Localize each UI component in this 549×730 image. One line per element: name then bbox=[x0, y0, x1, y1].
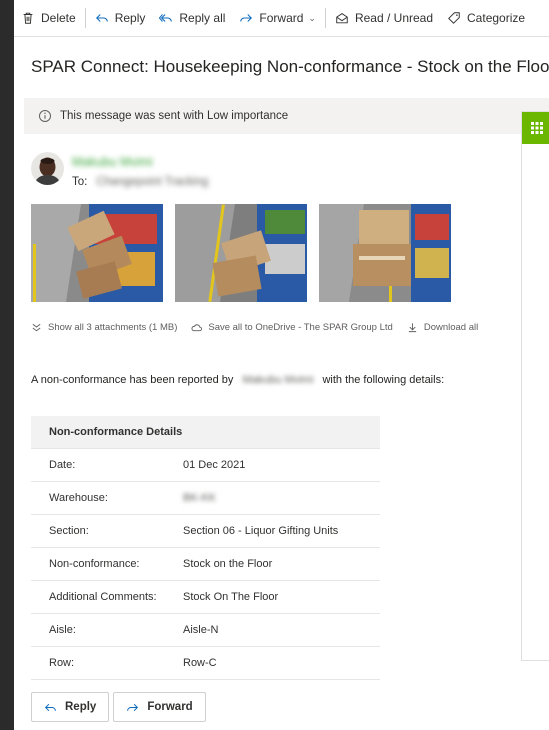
field-label: Section: bbox=[31, 514, 182, 548]
field-label: Date: bbox=[31, 448, 182, 482]
reply-icon bbox=[44, 703, 56, 711]
quick-reply-button[interactable]: Reply bbox=[31, 692, 110, 722]
info-icon bbox=[39, 110, 51, 122]
download-all-label: Download all bbox=[423, 322, 479, 333]
attachment-thumbnail[interactable] bbox=[175, 204, 307, 302]
table-row: Section: Section 06 - Liquor Gifting Uni… bbox=[31, 514, 380, 548]
table-row: Date: 01 Dec 2021 bbox=[31, 448, 380, 482]
show-all-label: Show all 3 attachments (1 MB) bbox=[48, 322, 178, 333]
double-chevron-down-icon bbox=[32, 323, 41, 332]
download-all-link[interactable]: Download all bbox=[407, 322, 478, 333]
field-label: Non-conformance: bbox=[31, 547, 182, 581]
field-label: Aisle: bbox=[31, 613, 182, 647]
forward-button[interactable]: Forward ⌄ bbox=[232, 5, 323, 31]
field-label: Additional Comments: bbox=[31, 580, 182, 614]
avatar[interactable] bbox=[31, 152, 64, 185]
show-all-attachments-link[interactable]: Show all 3 attachments (1 MB) bbox=[31, 322, 177, 333]
save-to-onedrive-link[interactable]: Save all to OneDrive - The SPAR Group Lt… bbox=[191, 322, 393, 333]
recipient-name[interactable]: Changepoint Tracking bbox=[96, 176, 208, 188]
attachment-thumbnail[interactable] bbox=[31, 204, 163, 302]
quick-forward-button[interactable]: Forward bbox=[113, 692, 206, 722]
grid-icon bbox=[531, 122, 543, 134]
field-label: Warehouse: bbox=[31, 481, 182, 515]
save-onedrive-label: Save all to OneDrive - The SPAR Group Lt… bbox=[208, 322, 393, 333]
envelope-open-icon bbox=[336, 13, 348, 24]
table-row: Non-conformance: Stock on the Floor bbox=[31, 547, 380, 581]
toolbar-divider bbox=[324, 8, 326, 28]
nonconformance-details-table: Non-conformance Details Date: 01 Dec 202… bbox=[31, 416, 380, 680]
reply-icon bbox=[95, 14, 108, 22]
trash-icon bbox=[23, 12, 33, 24]
categorize-button[interactable]: Categorize bbox=[440, 5, 532, 31]
sender-name[interactable]: Makubu Mvimi bbox=[72, 155, 153, 169]
chevron-down-icon[interactable]: ⌄ bbox=[308, 13, 316, 24]
table-row: Warehouse: BK-KK bbox=[31, 481, 380, 515]
table-header: Non-conformance Details bbox=[31, 416, 380, 449]
cloud-icon bbox=[191, 324, 203, 332]
command-toolbar: Delete Reply Reply all Forward ⌄ Read / … bbox=[14, 0, 549, 37]
field-value: Aisle-N bbox=[182, 613, 380, 647]
forward-icon bbox=[240, 14, 253, 22]
attachment-actions: Show all 3 attachments (1 MB) Save all t… bbox=[31, 322, 549, 333]
delete-label: Delete bbox=[41, 11, 76, 25]
reply-all-button[interactable]: Reply all bbox=[152, 5, 232, 31]
attachment-thumbnail[interactable] bbox=[319, 204, 451, 302]
download-icon bbox=[408, 323, 416, 333]
reply-button[interactable]: Reply bbox=[88, 5, 153, 31]
categorize-label: Categorize bbox=[467, 11, 526, 25]
field-value: Row-C bbox=[182, 646, 380, 680]
forward-icon bbox=[127, 703, 139, 711]
quick-reply-label: Reply bbox=[65, 701, 97, 713]
quick-actions: Reply Forward bbox=[31, 692, 210, 722]
mail-reading-pane: Delete Reply Reply all Forward ⌄ Read / … bbox=[14, 0, 549, 730]
quick-forward-label: Forward bbox=[147, 701, 193, 713]
field-label: Row: bbox=[31, 646, 182, 680]
to-label: To: bbox=[72, 176, 88, 188]
table-row: Additional Comments: Stock On The Floor bbox=[31, 580, 380, 614]
recipients-row: To: Changepoint Tracking bbox=[72, 176, 208, 188]
field-value: Section 06 - Liquor Gifting Units bbox=[182, 514, 380, 548]
table-row: Aisle: Aisle-N bbox=[31, 613, 380, 647]
read-unread-label: Read / Unread bbox=[354, 11, 434, 25]
intro-prefix: A non-conformance has been reported by bbox=[31, 374, 234, 386]
reply-all-label: Reply all bbox=[179, 11, 226, 25]
field-value: BK-KK bbox=[182, 481, 380, 515]
table-header-row: Non-conformance Details bbox=[31, 416, 380, 449]
read-unread-button[interactable]: Read / Unread bbox=[328, 5, 440, 31]
tag-icon bbox=[448, 12, 460, 24]
reply-label: Reply bbox=[114, 11, 146, 25]
importance-banner: This message was sent with Low importanc… bbox=[24, 98, 549, 134]
field-value: 01 Dec 2021 bbox=[182, 448, 380, 482]
intro-suffix: with the following details: bbox=[322, 374, 445, 386]
field-value: Stock on the Floor bbox=[182, 547, 380, 581]
addin-pane bbox=[521, 111, 549, 661]
importance-text: This message was sent with Low importanc… bbox=[60, 110, 289, 122]
reply-all-icon bbox=[159, 14, 173, 22]
message-subject: SPAR Connect: Housekeeping Non-conforman… bbox=[31, 57, 549, 76]
reporter-name: Makubu Mvimi bbox=[242, 374, 314, 386]
delete-button[interactable]: Delete bbox=[14, 5, 83, 31]
forward-label: Forward bbox=[259, 11, 304, 25]
message-intro: A non-conformance has been reported by M… bbox=[31, 374, 444, 386]
addin-header[interactable] bbox=[522, 112, 549, 144]
table-row: Row: Row-C bbox=[31, 646, 380, 680]
field-value: Stock On The Floor bbox=[182, 580, 380, 614]
toolbar-divider bbox=[84, 8, 86, 28]
